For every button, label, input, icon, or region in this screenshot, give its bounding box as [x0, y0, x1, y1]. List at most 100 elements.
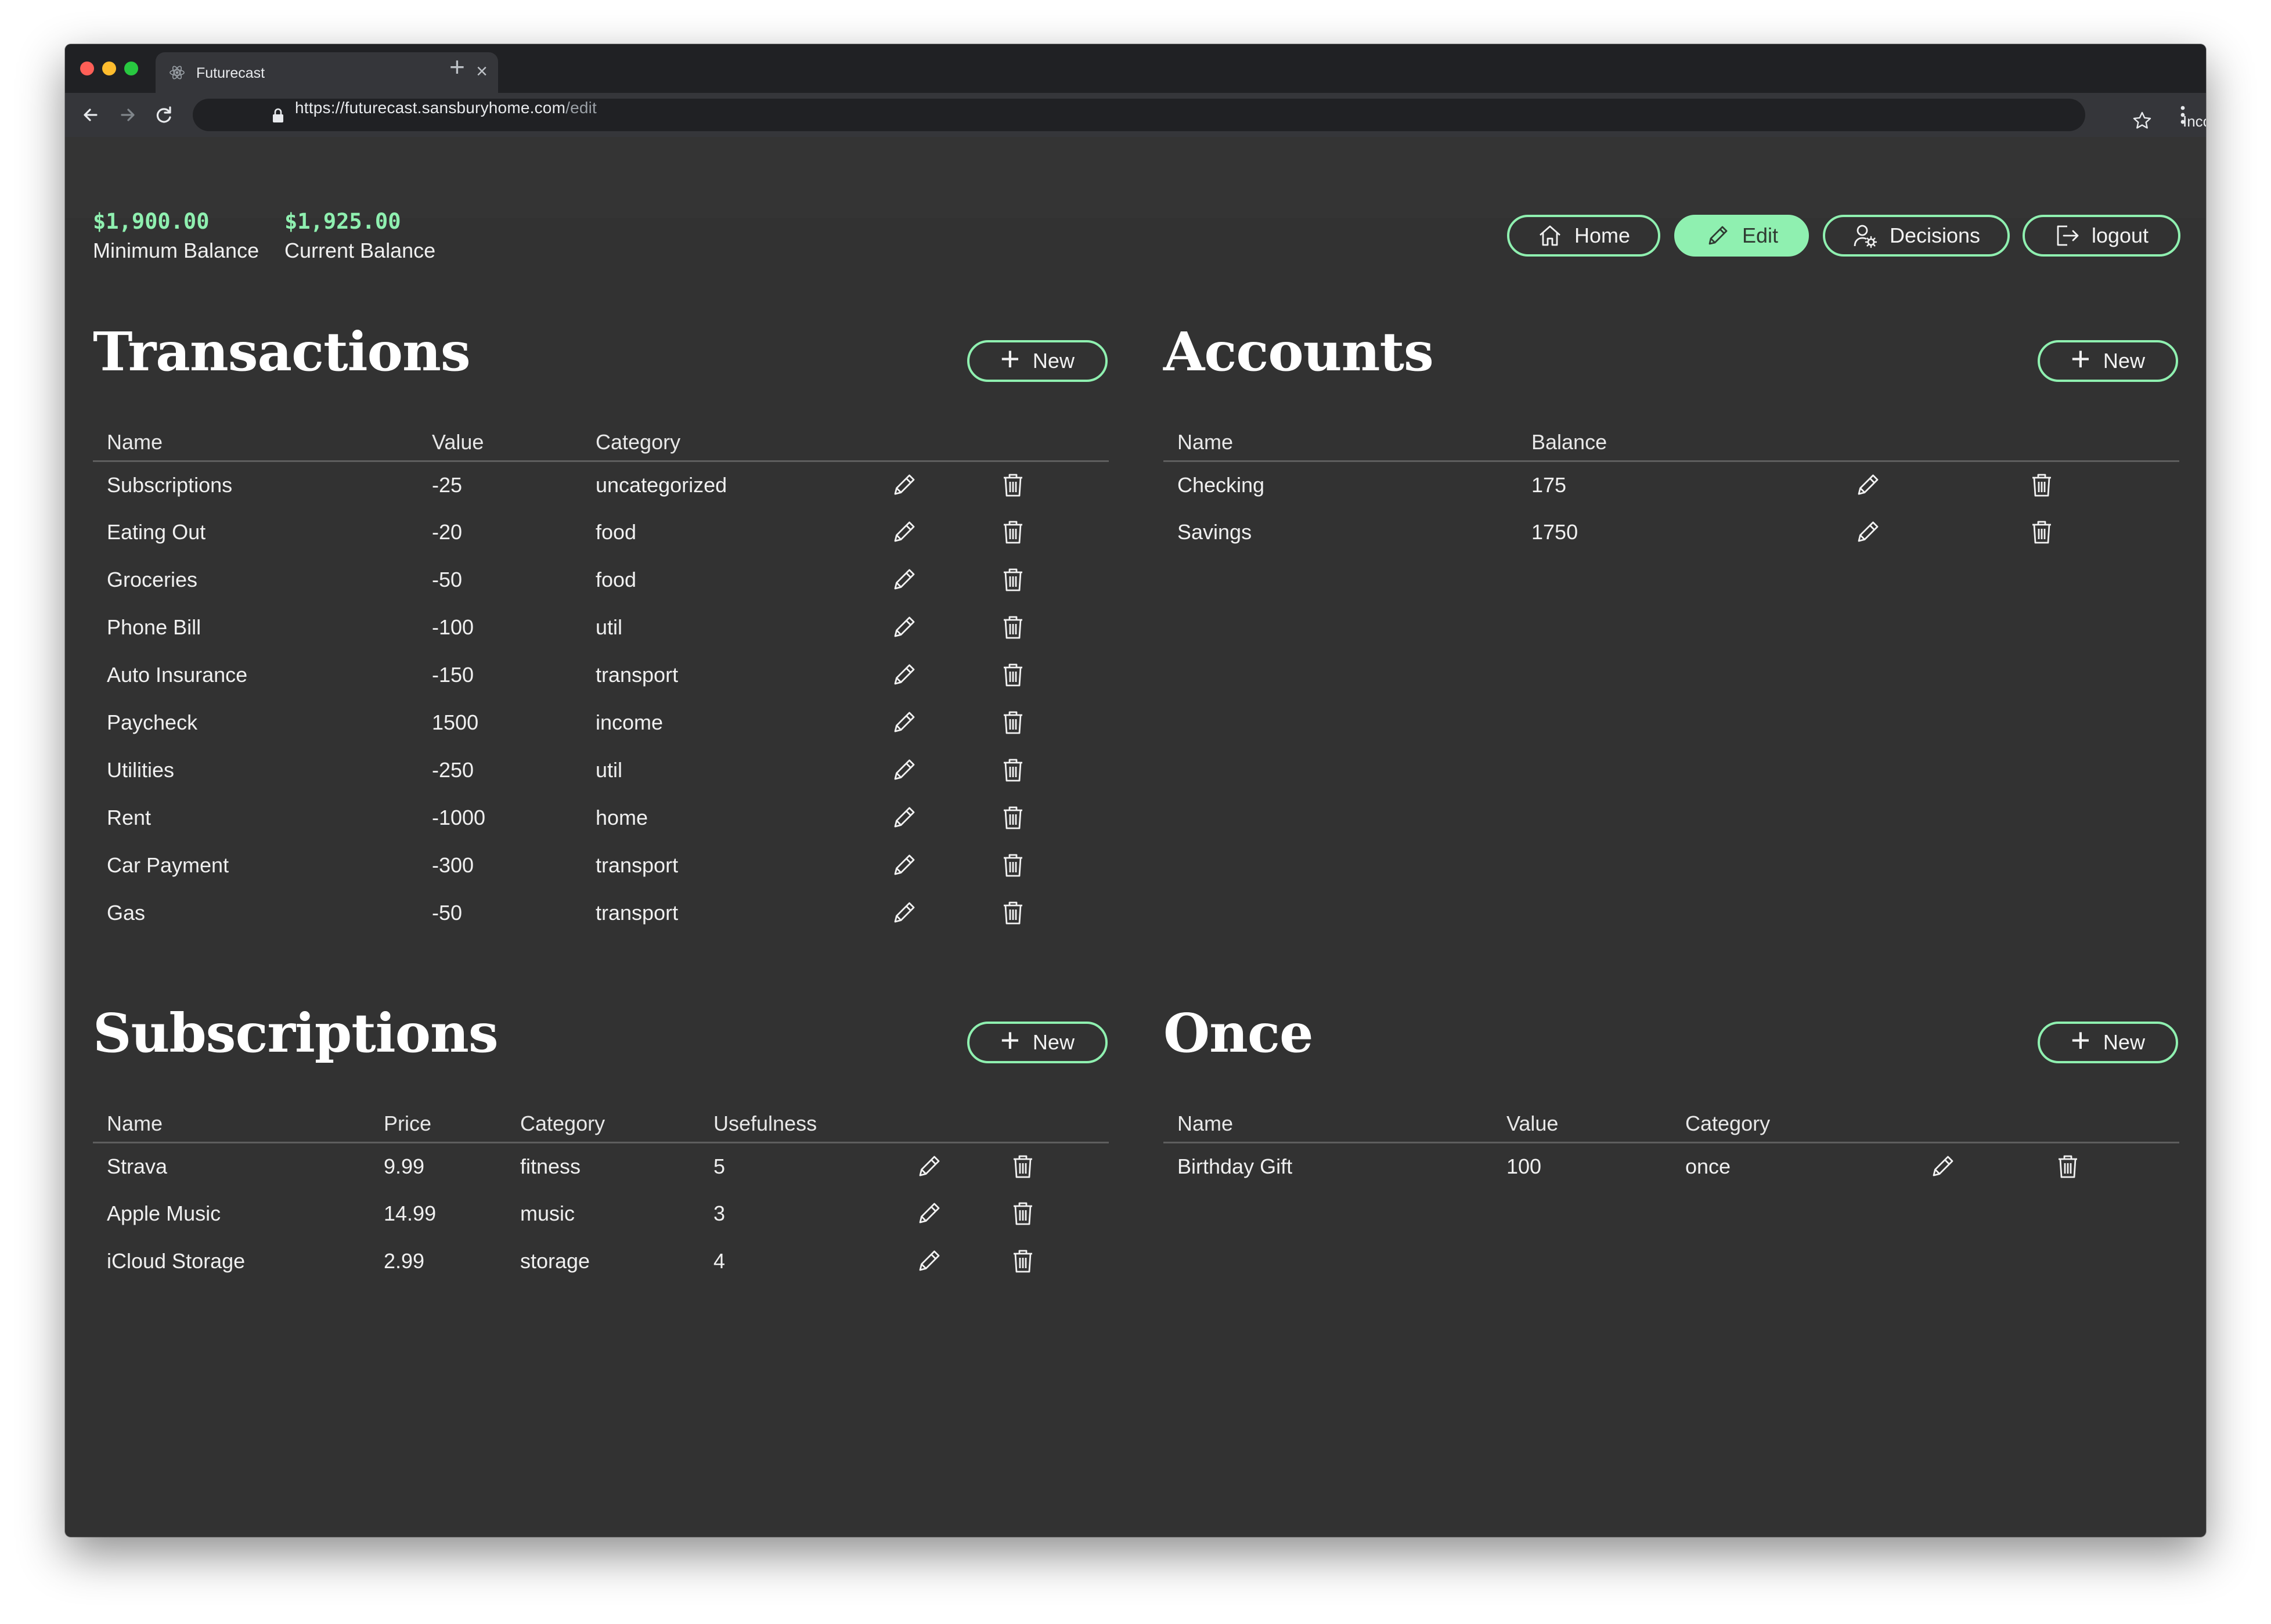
delete-button[interactable] [998, 842, 1109, 889]
maximize-window-button[interactable] [124, 62, 138, 75]
edit-button[interactable] [1853, 461, 2027, 508]
browser-toolbar: Incognito [65, 93, 2206, 137]
edit-button[interactable]: Edit [1674, 215, 1809, 257]
delete-button[interactable] [998, 699, 1109, 746]
delete-button[interactable] [998, 794, 1109, 842]
address-bar[interactable]: Incognito [193, 99, 2206, 131]
column-header: Price [370, 1109, 506, 1143]
accounts-table: Name Balance Checking 175 Savings 1750 [1163, 427, 2179, 556]
delete-button[interactable] [998, 746, 1109, 794]
new-transaction-button[interactable]: + New [967, 340, 1108, 382]
table-cell: 3 [713, 1201, 726, 1225]
table-cell: 5 [713, 1154, 726, 1178]
column-header: Category [1671, 1109, 1928, 1143]
browser-tab[interactable]: Futurecast × [156, 52, 498, 93]
edit-button[interactable] [914, 1237, 1008, 1285]
decisions-button-label: Decisions [1889, 223, 1981, 247]
edit-button[interactable] [914, 1142, 1008, 1190]
pencil-icon [894, 902, 915, 923]
table-cell: Checking [1177, 472, 1265, 497]
trash-icon [1004, 616, 1022, 639]
column-header: Name [1163, 1109, 1493, 1143]
new-account-button[interactable]: + New [2038, 340, 2178, 382]
table-row: Utilities -250 util [93, 746, 1109, 794]
edit-button[interactable] [1928, 1142, 2053, 1190]
table-cell: -300 [432, 853, 474, 877]
column-header: Category [506, 1109, 700, 1143]
close-window-button[interactable] [80, 62, 94, 75]
table-cell: Birthday Gift [1177, 1154, 1293, 1178]
edit-button[interactable] [889, 604, 998, 651]
edit-button[interactable] [889, 651, 998, 699]
column-header-empty [2027, 427, 2179, 462]
table-row: Groceries -50 food [93, 556, 1109, 604]
delete-button[interactable] [998, 604, 1109, 651]
column-header-empty [998, 427, 1109, 462]
edit-button[interactable] [889, 842, 998, 889]
edit-button[interactable] [889, 699, 998, 746]
edit-button[interactable] [914, 1190, 1008, 1237]
menu-dots-icon[interactable] [2178, 102, 2187, 128]
table-cell: storage [520, 1249, 590, 1273]
pencil-icon [894, 807, 915, 828]
table-cell: -250 [432, 758, 474, 782]
column-header-empty [1008, 1109, 1109, 1143]
forward-arrow-icon[interactable] [116, 103, 139, 127]
edit-button[interactable] [889, 794, 998, 842]
column-header: Balance [1517, 427, 1853, 462]
column-header: Name [93, 1109, 370, 1143]
table-cell: food [596, 568, 637, 591]
star-icon[interactable] [2132, 110, 2153, 131]
pencil-icon [894, 474, 915, 495]
decisions-button[interactable]: Decisions [1823, 215, 2010, 257]
table-cell: -150 [432, 663, 474, 687]
edit-button[interactable] [889, 556, 998, 604]
edit-button[interactable] [1853, 508, 2027, 556]
table-header-row: Name Price Category Usefulness [93, 1109, 1109, 1143]
delete-button[interactable] [2053, 1142, 2179, 1190]
table-cell: home [596, 806, 648, 829]
delete-button[interactable] [998, 651, 1109, 699]
new-subscription-button[interactable]: + New [967, 1022, 1108, 1063]
delete-button[interactable] [2027, 508, 2179, 556]
table-cell: Car Payment [107, 853, 229, 877]
trash-icon [1004, 901, 1022, 925]
delete-button[interactable] [998, 556, 1109, 604]
edit-button-label: Edit [1742, 223, 1779, 247]
delete-button[interactable] [2027, 461, 2179, 508]
subscriptions-table: Name Price Category Usefulness Strava 9.9… [93, 1109, 1109, 1285]
delete-button[interactable] [1008, 1237, 1109, 1285]
logout-button[interactable]: logout [2023, 215, 2180, 257]
delete-button[interactable] [998, 508, 1109, 556]
new-tab-icon[interactable]: + [449, 53, 465, 80]
trash-icon [1014, 1250, 1032, 1273]
back-arrow-icon[interactable] [79, 103, 102, 127]
once-title: Once [1163, 1002, 1314, 1064]
column-header: Category [582, 427, 889, 462]
column-header: Value [418, 427, 582, 462]
delete-button[interactable] [998, 461, 1109, 508]
delete-button[interactable] [998, 889, 1109, 937]
table-cell: Strava [107, 1154, 168, 1178]
delete-button[interactable] [1008, 1142, 1109, 1190]
minimize-window-button[interactable] [102, 62, 116, 75]
edit-button[interactable] [889, 746, 998, 794]
trash-icon [1014, 1155, 1032, 1178]
edit-button[interactable] [889, 889, 998, 937]
reload-icon[interactable] [152, 103, 175, 127]
table-header-row: Name Value Category [1163, 1109, 2179, 1143]
logout-button-label: logout [2091, 223, 2149, 247]
table-cell: 2.99 [384, 1249, 425, 1273]
pencil-icon [919, 1203, 940, 1224]
table-cell: -20 [432, 520, 463, 544]
pencil-icon [894, 712, 915, 732]
new-once-button[interactable]: + New [2038, 1022, 2178, 1063]
edit-button[interactable] [889, 508, 998, 556]
table-cell: 4 [713, 1249, 726, 1273]
tab-close-icon[interactable]: × [476, 62, 488, 81]
home-button[interactable]: Home [1507, 215, 1660, 257]
table-cell: income [596, 710, 664, 734]
edit-button[interactable] [889, 461, 998, 508]
delete-button[interactable] [1008, 1190, 1109, 1237]
pencil-icon [894, 759, 915, 780]
